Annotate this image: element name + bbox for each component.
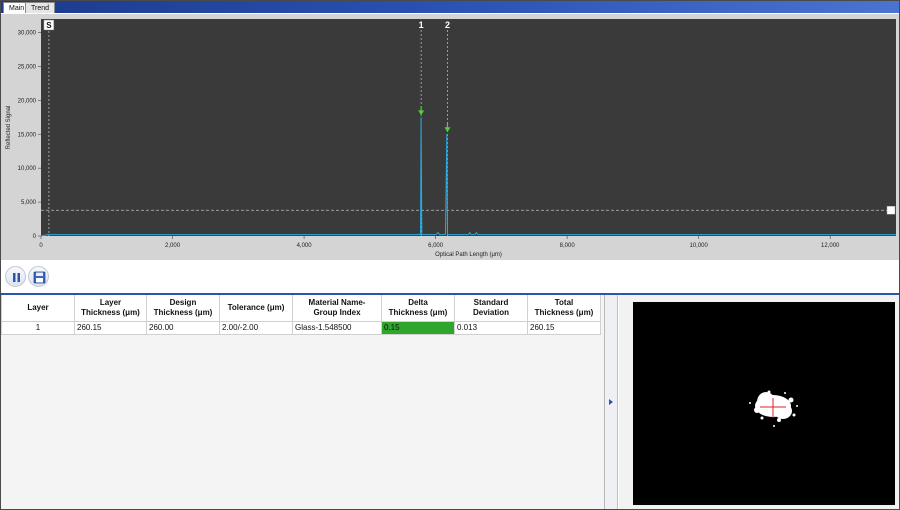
peak-marker-label: 1 xyxy=(419,20,424,30)
peak-marker-label: 2 xyxy=(445,20,450,30)
x-tick-label: 4,000 xyxy=(297,243,313,249)
x-tick-label: 6,000 xyxy=(428,243,444,249)
reflected-signal-chart: 0 5,000 10,000 15,000 20,000 25,000 30,000 0 2,0… xyxy=(1,14,899,260)
save-button[interactable] xyxy=(28,266,49,287)
y-tick-label: 25,000 xyxy=(18,64,37,70)
pause-icon xyxy=(13,273,20,282)
start-marker-label: S xyxy=(46,21,52,30)
cell-layer: 1 xyxy=(1,320,75,335)
toolbar xyxy=(1,263,899,293)
tab-trend[interactable]: Trend xyxy=(25,2,56,13)
y-axis-label: Reflected Signal xyxy=(6,106,12,150)
header-design-thickness[interactable]: Design Thickness (μm) xyxy=(146,295,220,322)
header-tolerance[interactable]: Tolerance (μm) xyxy=(219,295,293,322)
y-tick-label: 5,000 xyxy=(21,200,37,206)
y-tick-label: 20,000 xyxy=(18,98,37,104)
save-icon xyxy=(33,271,46,284)
table-row[interactable]: 1 260.15 260.00 2.00/-2.00 Glass-1.54850… xyxy=(1,320,601,335)
table-header-row: Layer Layer Thickness (μm) Design Thickn… xyxy=(1,295,601,322)
x-tick-label: 12,000 xyxy=(821,243,840,249)
cell-material: Glass-1.548500 xyxy=(292,320,382,335)
tab-bar: Main Trend xyxy=(1,1,899,13)
header-total-thickness[interactable]: Total Thickness (μm) xyxy=(527,295,601,322)
header-material-name-group-index[interactable]: Material Name- Group Index xyxy=(292,295,382,322)
plot-area xyxy=(41,19,896,236)
cell-delta-thickness: 0.15 xyxy=(381,320,455,335)
cell-total-thickness: 260.15 xyxy=(527,320,601,335)
y-tick-label: 0 xyxy=(33,234,37,240)
x-tick-label: 8,000 xyxy=(560,243,576,249)
cell-tolerance: 2.00/-2.00 xyxy=(219,320,293,335)
y-tick-label: 30,000 xyxy=(18,31,37,37)
expand-arrow-icon[interactable] xyxy=(609,399,613,405)
x-axis-label: Optical Path Length (μm) xyxy=(435,252,502,258)
y-tick-label: 15,000 xyxy=(18,132,37,138)
panel-splitter[interactable] xyxy=(605,295,618,509)
x-tick-label: 0 xyxy=(39,243,43,249)
x-tick-label: 2,000 xyxy=(165,243,181,249)
header-delta-thickness[interactable]: Delta Thickness (μm) xyxy=(381,295,455,322)
camera-panel xyxy=(619,295,899,509)
results-table: Layer Layer Thickness (μm) Design Thickn… xyxy=(1,295,601,335)
app-window: Main Trend 0 5,000 10,000 15,000 20,000 25,00… xyxy=(0,0,900,510)
cell-layer-thickness: 260.15 xyxy=(74,320,147,335)
results-table-panel: Layer Layer Thickness (μm) Design Thickn… xyxy=(1,295,605,509)
y-tick-label: 10,000 xyxy=(18,166,37,172)
header-layer[interactable]: Layer xyxy=(1,295,75,322)
threshold-handle xyxy=(886,205,896,215)
pause-button[interactable] xyxy=(5,266,26,287)
cell-standard-deviation: 0.013 xyxy=(454,320,528,335)
cell-design-thickness: 260.00 xyxy=(146,320,220,335)
x-tick-label: 10,000 xyxy=(690,243,709,249)
header-layer-thickness[interactable]: Layer Thickness (μm) xyxy=(74,295,147,322)
camera-view xyxy=(633,302,895,505)
header-standard-deviation[interactable]: Standard Deviation xyxy=(454,295,528,322)
